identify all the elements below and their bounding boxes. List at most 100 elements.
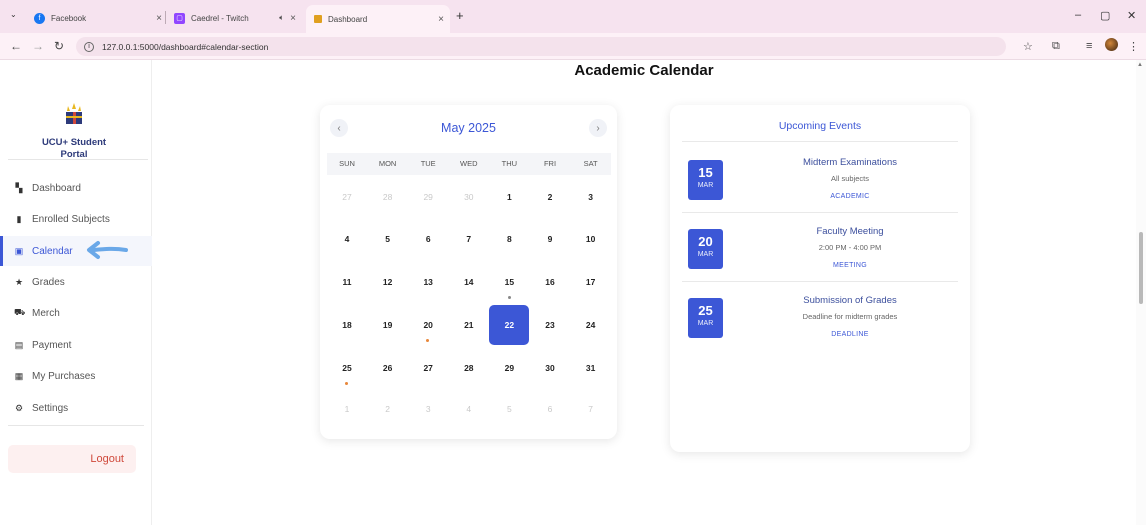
calendar-day[interactable]: 29	[489, 348, 529, 388]
media-queue-icon[interactable]: ≡	[1086, 40, 1092, 52]
address-bar-row: ← → ↻ i 127.0.0.1:5000/dashboard#calenda…	[0, 33, 1146, 60]
event-day: 25	[698, 303, 713, 318]
event-tag: MEETING	[833, 262, 867, 269]
calendar-day[interactable]: 18	[327, 305, 367, 345]
calendar-day[interactable]: 3	[408, 389, 448, 429]
close-tab-icon[interactable]: ×	[438, 14, 444, 25]
tab-twitch[interactable]: ▢ Caedrel - Twitch × 🔈︎	[166, 6, 304, 30]
calendar-day[interactable]: 2	[530, 177, 570, 217]
calendar-day[interactable]: 8	[489, 219, 529, 259]
tab-search-chevron-icon[interactable]: ⌄	[10, 10, 17, 19]
tab-facebook[interactable]: f Facebook ×	[26, 6, 168, 30]
extensions-icon[interactable]: ⧉	[1052, 40, 1060, 53]
close-window-icon[interactable]: ✕	[1127, 9, 1136, 22]
calendar-day[interactable]: 16	[530, 262, 570, 302]
scroll-up-icon[interactable]: ▲	[1137, 62, 1143, 68]
calendar-day[interactable]: 1	[327, 389, 367, 429]
calendar-day[interactable]: 28	[368, 177, 408, 217]
calendar-day[interactable]: 17	[571, 262, 611, 302]
calendar-day[interactable]: 26	[368, 348, 408, 388]
forward-icon[interactable]: →	[32, 39, 44, 53]
sidebar-item-settings[interactable]: ⚙ Settings	[0, 393, 152, 423]
calendar-day[interactable]: 7	[449, 219, 489, 259]
calendar-day[interactable]: 4	[449, 389, 489, 429]
annotation-arrow-icon	[87, 241, 128, 259]
close-tab-icon[interactable]: ×	[156, 13, 162, 24]
event-day: 20	[698, 234, 713, 249]
calendar-day[interactable]: 27	[327, 177, 367, 217]
new-tab-icon[interactable]: +	[456, 8, 464, 23]
upcoming-events-title: Upcoming Events	[778, 120, 862, 132]
event-month: MAR	[697, 320, 714, 327]
card-icon: ▤	[14, 339, 24, 350]
minimize-icon[interactable]: –	[1075, 9, 1081, 21]
sidebar-item-label: Enrolled Subjects	[32, 213, 110, 225]
weekday-label: MON	[378, 159, 397, 168]
next-month-button[interactable]: ›	[589, 119, 607, 137]
book-icon: ▮	[16, 213, 22, 224]
calendar-day[interactable]: 2	[368, 389, 408, 429]
calendar-day[interactable]: 12	[368, 262, 408, 302]
calendar-day[interactable]: 6	[530, 389, 570, 429]
calendar-day[interactable]: 30	[449, 177, 489, 217]
event-name[interactable]: Faculty Meeting	[740, 226, 960, 237]
calendar-day[interactable]: 13	[408, 262, 448, 302]
calendar-day[interactable]: 19	[368, 305, 408, 345]
sidebar-item-payment[interactable]: ▤ Payment	[0, 330, 152, 360]
sidebar-item-my-purchases[interactable]: ▦ My Purchases	[0, 361, 152, 391]
calendar-day[interactable]: 9	[530, 219, 570, 259]
dashboard-favicon	[314, 15, 322, 23]
calendar-day[interactable]: 11	[327, 262, 367, 302]
twitch-icon: ▢	[174, 12, 185, 24]
calendar-day[interactable]: 3	[571, 177, 611, 217]
tab-title: Facebook	[51, 13, 87, 23]
tab-dashboard[interactable]: Dashboard ×	[306, 5, 450, 33]
event-date-badge: 15 MAR	[688, 160, 723, 200]
back-icon[interactable]: ←	[10, 39, 22, 53]
event-date-badge: 20 MAR	[688, 229, 723, 269]
sidebar-item-dashboard[interactable]: ▚ Dashboard	[0, 173, 152, 203]
menu-kebab-icon[interactable]: ⋮	[1128, 40, 1139, 53]
calendar-day[interactable]: 10	[571, 219, 611, 259]
site-info-icon[interactable]: i	[84, 41, 94, 52]
calendar-day[interactable]: 5	[489, 389, 529, 429]
calendar-card: ‹ May 2025 › SUN MON TUE WED THU FRI SAT 27 28 2…	[320, 105, 617, 439]
sidebar-item-label: Grades	[32, 276, 65, 288]
sidebar-item-merch[interactable]: ⛟ Merch	[0, 298, 152, 328]
profile-avatar[interactable]	[1105, 38, 1118, 51]
sidebar-item-label: My Purchases	[32, 370, 96, 382]
calendar-day[interactable]: 23	[530, 305, 570, 345]
tab-title: Dashboard	[328, 14, 368, 24]
sidebar-item-label: Payment	[32, 339, 72, 351]
reload-icon[interactable]: ↻	[54, 39, 64, 53]
restore-icon[interactable]: ▢	[1100, 9, 1110, 22]
url-field[interactable]: i 127.0.0.1:5000/dashboard#calendar-sect…	[76, 37, 1006, 56]
calendar-day[interactable]: 22	[489, 305, 530, 345]
logout-button[interactable]: Logout	[8, 445, 136, 473]
calendar-day[interactable]: 31	[571, 348, 611, 388]
sidebar-item-enrolled-subjects[interactable]: ▮ Enrolled Subjects	[0, 204, 152, 234]
calendar-day[interactable]: 7	[571, 389, 611, 429]
calendar-day[interactable]: 28	[449, 348, 489, 388]
close-tab-icon[interactable]: ×	[290, 13, 296, 24]
calendar-day[interactable]: 5	[368, 219, 408, 259]
calendar-day[interactable]: 30	[530, 348, 570, 388]
event-tag: ACADEMIC	[830, 193, 870, 200]
calendar-month-label: May 2025	[441, 121, 496, 135]
calendar-day[interactable]: 4	[327, 219, 367, 259]
calendar-day[interactable]: 24	[571, 305, 611, 345]
speaker-icon[interactable]: 🔈︎	[279, 13, 284, 23]
sidebar-item-grades[interactable]: ★ Grades	[0, 267, 152, 297]
calendar-day[interactable]: 6	[408, 219, 448, 259]
bookmark-star-icon[interactable]: ☆	[1023, 40, 1033, 53]
calendar-day[interactable]: 14	[449, 262, 489, 302]
calendar-day[interactable]: 29	[408, 177, 448, 217]
weekday-label: WED	[460, 159, 478, 168]
event-name[interactable]: Submission of Grades	[740, 295, 960, 306]
event-name[interactable]: Midterm Examinations	[740, 157, 960, 168]
scrollbar-thumb[interactable]	[1139, 232, 1143, 304]
calendar-day[interactable]: 1	[489, 177, 529, 217]
calendar-day[interactable]: 27	[408, 348, 448, 388]
calendar-day[interactable]: 21	[449, 305, 489, 345]
sidebar-item-calendar[interactable]: ▣ Calendar	[0, 236, 152, 266]
